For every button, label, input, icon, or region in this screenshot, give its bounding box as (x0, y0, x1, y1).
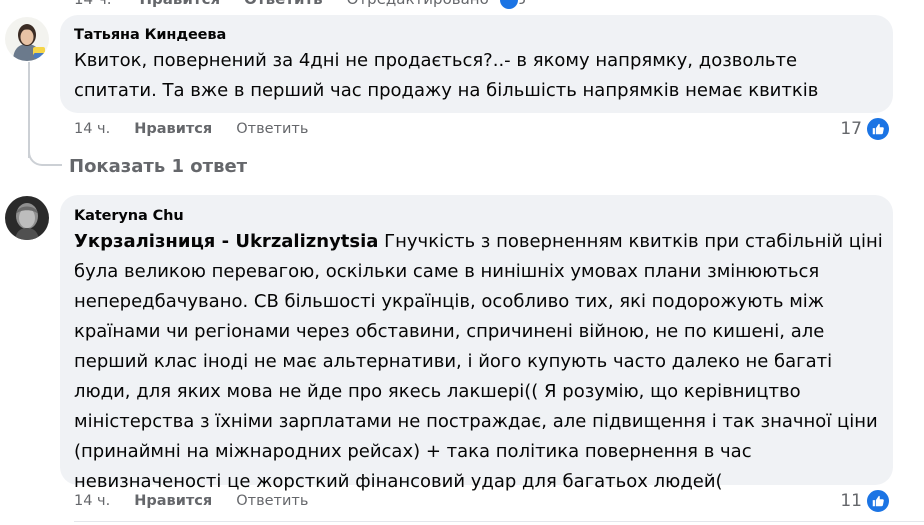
comment-bubble: Kateryna Chu Укрзалізниця - Ukrzaliznyts… (60, 195, 893, 492)
reply-button[interactable]: Ответить (236, 493, 308, 509)
previous-comment-meta: 14 ч. Нравится Ответить Отредактировано … (70, 0, 526, 9)
comment-time[interactable]: 14 ч. (74, 0, 112, 8)
like-button[interactable]: Нравится (134, 493, 212, 509)
comment-body: Укрзалізниця - Ukrzaliznytsia Гнучкість … (74, 227, 884, 497)
thread-connector (28, 140, 62, 166)
divider (74, 521, 924, 522)
comment-time[interactable]: 14 ч. (74, 121, 110, 137)
comment-bubble: Татьяна Киндеева Квиток, повернений за 4… (60, 15, 893, 113)
avatar-photo (5, 17, 49, 61)
comment-actions: 14 ч. Нравится Ответить (74, 119, 308, 139)
reply-button[interactable]: Ответить (236, 121, 308, 137)
avatar-photo (5, 196, 49, 240)
comment-text: Квиток, повернений за 4дні не продається… (74, 50, 819, 101)
like-button[interactable]: Нравится (140, 0, 221, 8)
reaction-count[interactable]: 11 (840, 491, 862, 511)
edited-label: Отредактировано (347, 0, 489, 8)
mention-link[interactable]: Укрзалізниця - Ukrzaliznytsia (74, 231, 378, 252)
reaction-summary[interactable]: 17 (840, 116, 891, 142)
comment-actions: 14 ч. Нравится Ответить (74, 491, 308, 511)
comment-text: Гнучкість з поверненням квитків при стаб… (74, 231, 883, 492)
avatar[interactable] (5, 196, 49, 240)
like-button[interactable]: Нравится (134, 121, 212, 137)
show-replies-link[interactable]: Показать 1 ответ (69, 156, 247, 177)
reply-button[interactable]: Ответить (244, 0, 323, 8)
reaction-summary[interactable]: 11 (840, 488, 891, 514)
like-icon (865, 488, 891, 514)
like-icon (865, 116, 891, 142)
avatar[interactable] (5, 17, 49, 61)
reaction-count[interactable]: 17 (840, 119, 862, 139)
comment-time[interactable]: 14 ч. (74, 493, 110, 509)
like-icon[interactable] (498, 0, 520, 11)
comment-author[interactable]: Kateryna Chu (74, 208, 184, 224)
comment-author[interactable]: Татьяна Киндеева (74, 27, 226, 43)
